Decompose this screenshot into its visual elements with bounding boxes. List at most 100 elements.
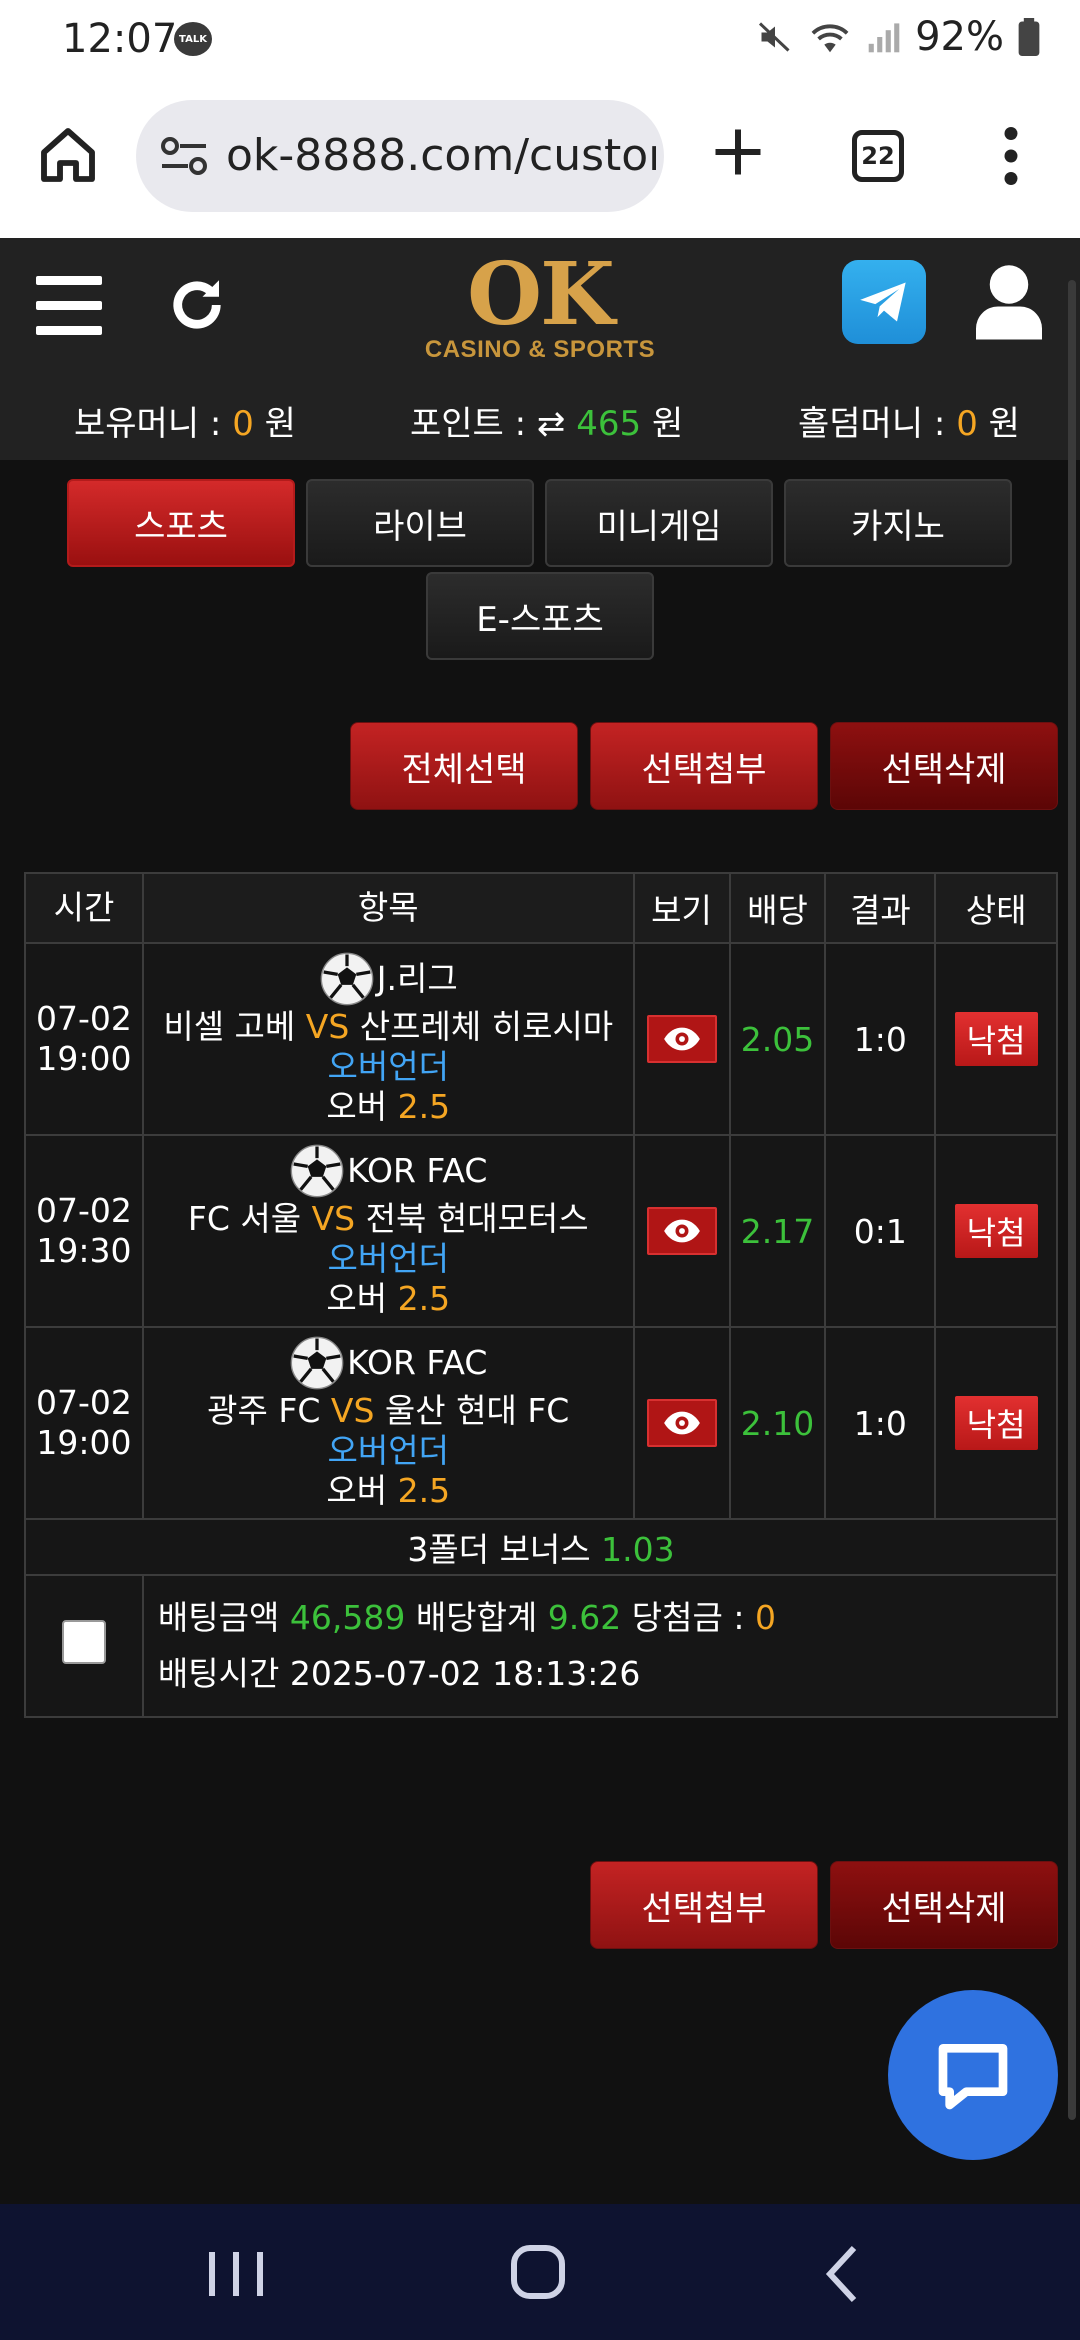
bonus-value: 1.03 bbox=[601, 1530, 675, 1569]
browser-toolbar: ok-8888.com/customer 22 bbox=[0, 80, 1080, 238]
delete-selected-button-bottom[interactable]: 선택삭제 bbox=[830, 1861, 1058, 1949]
wifi-icon bbox=[811, 24, 849, 53]
bonus-row: 3폴더 보너스 1.03 bbox=[24, 1518, 1058, 1576]
matchup: 비셀 고베 VS 산프레체 히로시마 bbox=[144, 1007, 633, 1047]
bet-summary: 배팅금액 46,589 배당합계 9.62 당첨금 : 0 배팅시간 2025-… bbox=[141, 1574, 1059, 1718]
plus-icon[interactable] bbox=[708, 122, 768, 182]
point-currency: 원 bbox=[651, 404, 684, 444]
chat-icon[interactable] bbox=[888, 1990, 1058, 2160]
matchup: 광주 FC VS 울산 현대 FC bbox=[144, 1391, 633, 1431]
soccer-ball-icon bbox=[290, 1336, 344, 1390]
hold-money: 보유머니 : 0 원 bbox=[74, 396, 296, 445]
table-row: 07-02 19:00 J.리그 비셀 고베 VS 산프레체 히로시마 오버언더… bbox=[24, 942, 1058, 1136]
view-cell bbox=[632, 1326, 731, 1520]
tab-casino[interactable]: 카지노 bbox=[784, 479, 1012, 567]
talk-icon: TALK bbox=[174, 22, 212, 56]
attach-selected-button[interactable]: 선택첨부 bbox=[590, 722, 818, 810]
vs-label: VS bbox=[305, 1007, 350, 1046]
line-value: 2.5 bbox=[397, 1279, 451, 1318]
eye-icon[interactable] bbox=[646, 1207, 717, 1255]
telegram-icon[interactable] bbox=[842, 260, 926, 344]
holdem-money: 홀덤머니 : 0 원 bbox=[798, 396, 1020, 445]
header-result: 결과 bbox=[824, 872, 937, 944]
status-cell: 낙첨 bbox=[934, 1134, 1058, 1328]
refresh-icon[interactable] bbox=[164, 270, 230, 340]
attach-selected-button-bottom[interactable]: 선택첨부 bbox=[590, 1861, 818, 1949]
away-team: 울산 현대 FC bbox=[384, 1391, 570, 1430]
back-icon[interactable] bbox=[802, 2244, 882, 2304]
url-text[interactable]: ok-8888.com/customer bbox=[226, 130, 656, 181]
site-settings-icon[interactable] bbox=[158, 134, 210, 178]
menu-icon[interactable] bbox=[36, 276, 102, 336]
header-status: 상태 bbox=[934, 872, 1058, 944]
tabs-icon[interactable]: 22 bbox=[852, 130, 904, 182]
tab-esports[interactable]: E-스포츠 bbox=[426, 572, 654, 660]
home-team: 비셀 고베 bbox=[163, 1007, 296, 1046]
bonus-label: 3폴더 보너스 bbox=[407, 1530, 591, 1569]
match-time: 07-02 19:00 bbox=[24, 1326, 144, 1520]
result-value: 1:0 bbox=[824, 1326, 937, 1520]
match-date: 07-02 bbox=[36, 999, 132, 1038]
hold-money-value: 0 bbox=[232, 404, 254, 444]
swap-icon[interactable]: ⇄ bbox=[537, 404, 566, 444]
home-nav-icon[interactable] bbox=[498, 2244, 578, 2304]
status-cell: 낙첨 bbox=[934, 942, 1058, 1136]
bet-history-table: 시간 항목 보기 배당 결과 상태 07-02 19:00 J.리그 비셀 고베… bbox=[24, 872, 1059, 1718]
point-label: 포인트 : bbox=[410, 404, 527, 444]
tab-sports[interactable]: 스포츠 bbox=[67, 479, 295, 567]
match-clock: 19:00 bbox=[36, 1039, 132, 1078]
user-icon[interactable] bbox=[976, 262, 1042, 340]
site-logo[interactable]: OK CASINO & SPORTS bbox=[420, 250, 660, 364]
point-balance[interactable]: 포인트 : ⇄ 465 원 bbox=[410, 396, 683, 445]
status-badge: 낙첨 bbox=[954, 1396, 1038, 1450]
soccer-ball-icon bbox=[320, 952, 374, 1006]
table-row: 07-02 19:00 KOR FAC 광주 FC VS 울산 현대 FC 오버… bbox=[24, 1326, 1058, 1520]
bet-time-value: 2025-07-02 18:13:26 bbox=[289, 1654, 641, 1693]
logo-subtitle: CASINO & SPORTS bbox=[424, 336, 656, 363]
status-time: 12:07 bbox=[62, 16, 178, 62]
holdem-money-label: 홀덤머니 : bbox=[798, 404, 946, 444]
pick-line: 오버 2.5 bbox=[144, 1087, 633, 1127]
league-name: KOR FAC bbox=[347, 1343, 488, 1382]
match-clock: 19:00 bbox=[36, 1423, 132, 1462]
away-team: 산프레체 히로시마 bbox=[359, 1007, 614, 1046]
battery-icon bbox=[1018, 18, 1040, 56]
recents-icon[interactable] bbox=[196, 2244, 276, 2304]
summary-line-1: 배팅금액 46,589 배당합계 9.62 당첨금 : 0 bbox=[158, 1590, 1056, 1646]
header-time: 시간 bbox=[24, 872, 144, 944]
site-header: OK CASINO & SPORTS 보유머니 : 0 원 포인트 : ⇄ 46… bbox=[0, 238, 1080, 460]
summary-row: 배팅금액 46,589 배당합계 9.62 당첨금 : 0 배팅시간 2025-… bbox=[24, 1574, 1059, 1718]
pick: 오버 bbox=[326, 1087, 388, 1126]
balance-row: 보유머니 : 0 원 포인트 : ⇄ 465 원 홀덤머니 : 0 원 bbox=[0, 388, 1080, 448]
header-odds: 배당 bbox=[728, 872, 827, 944]
bet-time-label: 배팅시간 bbox=[157, 1654, 280, 1693]
match-clock: 19:30 bbox=[36, 1231, 132, 1270]
league-name: KOR FAC bbox=[347, 1151, 488, 1190]
league-line: J.리그 bbox=[144, 951, 633, 1007]
more-icon[interactable] bbox=[994, 126, 1028, 186]
bonus-cell: 3폴더 보너스 1.03 bbox=[24, 1518, 1058, 1576]
match-date: 07-02 bbox=[36, 1383, 132, 1422]
status-icons: 92% bbox=[757, 14, 1040, 60]
pick: 오버 bbox=[326, 1471, 388, 1510]
tab-minigame[interactable]: 미니게임 bbox=[545, 479, 773, 567]
win-amount-value: 0 bbox=[754, 1598, 776, 1637]
odds-value: 2.10 bbox=[728, 1326, 827, 1520]
soccer-ball-icon bbox=[290, 1144, 344, 1198]
tab-live[interactable]: 라이브 bbox=[306, 479, 534, 567]
home-icon[interactable] bbox=[36, 123, 100, 187]
status-badge: 낙첨 bbox=[954, 1204, 1038, 1258]
eye-icon[interactable] bbox=[646, 1015, 717, 1063]
delete-selected-button[interactable]: 선택삭제 bbox=[830, 722, 1058, 810]
system-nav-bar bbox=[0, 2204, 1080, 2340]
eye-icon[interactable] bbox=[646, 1399, 717, 1447]
address-bar[interactable]: ok-8888.com/customer bbox=[136, 100, 664, 212]
logo-main: OK bbox=[467, 244, 615, 345]
battery-percent: 92% bbox=[915, 14, 1004, 60]
point-value: 465 bbox=[576, 404, 642, 444]
scrollbar[interactable] bbox=[1068, 280, 1076, 2120]
select-all-button[interactable]: 전체선택 bbox=[350, 722, 578, 810]
pick-line: 오버 2.5 bbox=[144, 1279, 633, 1319]
bet-select-checkbox[interactable] bbox=[61, 1619, 106, 1664]
odds-value: 2.05 bbox=[728, 942, 827, 1136]
